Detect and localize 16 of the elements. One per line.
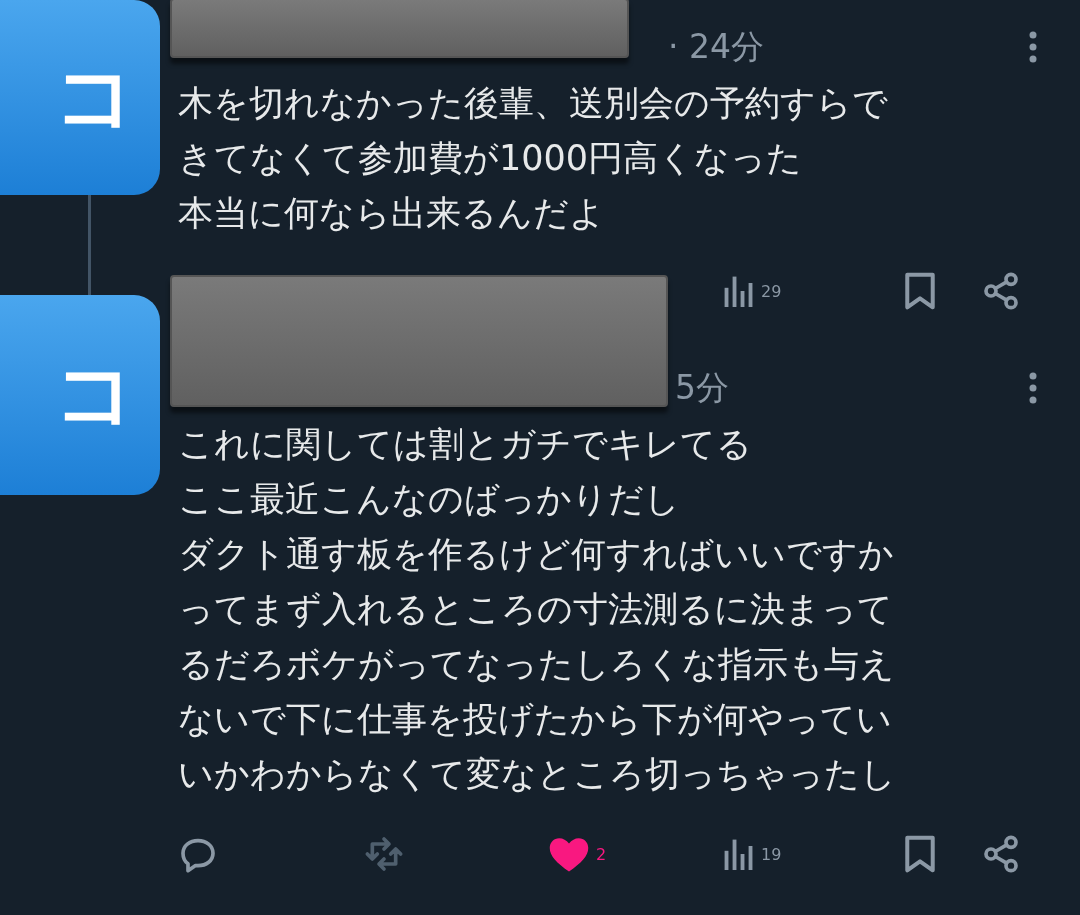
more-icon[interactable] bbox=[1028, 371, 1038, 405]
like-button[interactable]: 2 bbox=[548, 834, 723, 874]
post-text: これに関しては割とガチでキレてる ここ最近こんなのばっかりだし ダクト通す板を作るけど何すればいいですか ってまず入れるところの寸法測るに決まって るだろボケがってなったしろくな指示も与え ないで下に仕事を投げたから下が何やってい いかわからなくて変なところ切っちゃったし bbox=[178, 423, 897, 796]
bookmark-icon bbox=[903, 834, 937, 874]
avatar[interactable]: コ bbox=[0, 295, 160, 495]
retweet-icon bbox=[363, 834, 405, 874]
share-icon bbox=[981, 271, 1021, 311]
avatar[interactable]: コ bbox=[0, 0, 160, 195]
more-icon[interactable] bbox=[1028, 30, 1038, 64]
post-text: 木を切れなかった後輩、送別会の予約すらで きてなくて参加費が1000円高くなった 本当に何なら出来るんだよ bbox=[178, 82, 889, 235]
post-time: · 24分 bbox=[668, 25, 764, 68]
views-button[interactable]: 19 bbox=[723, 836, 903, 872]
post-time: 5分 bbox=[675, 366, 729, 409]
share-icon bbox=[981, 834, 1021, 874]
views-button[interactable]: 29 bbox=[723, 273, 903, 309]
bookmark-icon bbox=[903, 271, 937, 311]
